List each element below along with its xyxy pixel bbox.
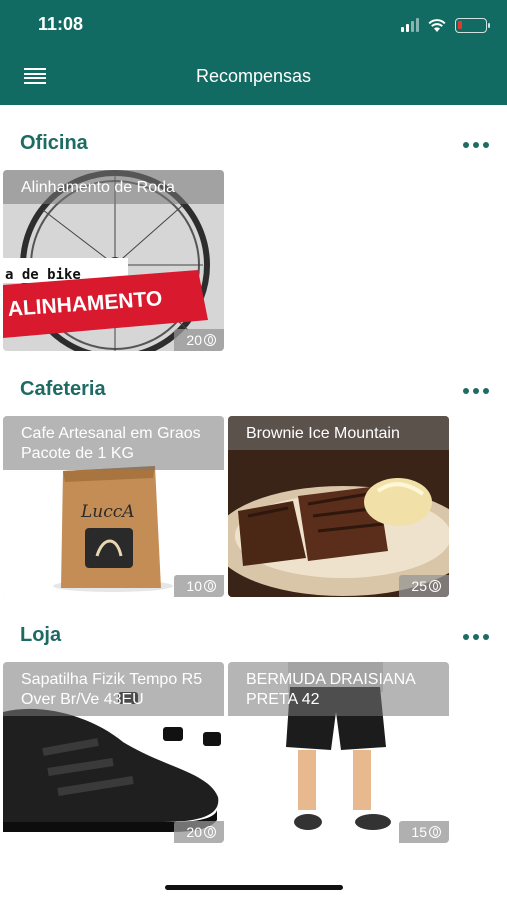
points-badge: 15 bbox=[399, 821, 449, 843]
more-options-button[interactable] bbox=[463, 632, 489, 642]
card-title: Alinhamento de Roda bbox=[3, 170, 224, 204]
bag-label: LuccA bbox=[81, 502, 135, 522]
points-value: 20 bbox=[186, 332, 202, 348]
reward-card-cafe[interactable]: LuccA Cafe Artesanal em Graos Pacote de … bbox=[3, 416, 224, 597]
points-value: 10 bbox=[186, 578, 202, 594]
page-title: Recompensas bbox=[195, 66, 312, 86]
section-title: Loja bbox=[20, 624, 62, 646]
banner-text-top: a de bike bbox=[5, 267, 81, 283]
coin-icon bbox=[204, 826, 216, 838]
signal-icon bbox=[401, 18, 419, 32]
points-value: 15 bbox=[411, 824, 427, 840]
points-value: 25 bbox=[411, 578, 427, 594]
home-indicator[interactable] bbox=[165, 885, 343, 890]
card-title: Brownie Ice Mountain bbox=[228, 416, 449, 450]
coin-icon bbox=[204, 334, 216, 346]
points-badge: 20 bbox=[174, 821, 224, 843]
reward-card-bermuda[interactable]: BERMUDA DRAISIANA PRETA 42 15 bbox=[228, 662, 449, 843]
points-badge: 25 bbox=[399, 575, 449, 597]
more-options-button[interactable] bbox=[463, 386, 489, 396]
card-title: Sapatilha Fizik Tempo R5 Over Br/Ve 43EU bbox=[3, 662, 224, 716]
more-options-button[interactable] bbox=[463, 140, 489, 150]
coin-icon bbox=[204, 580, 216, 592]
coin-icon bbox=[429, 580, 441, 592]
reward-card-sapatilha[interactable]: Sapatilha Fizik Tempo R5 Over Br/Ve 43EU… bbox=[3, 662, 224, 843]
reward-card-alinhamento[interactable]: a de bike ALINHAMENTO Alinhamento de Rod… bbox=[3, 170, 224, 351]
status-time: 11:08 bbox=[38, 14, 84, 34]
wifi-icon bbox=[428, 19, 446, 32]
section-title: Oficina bbox=[20, 132, 88, 154]
points-value: 20 bbox=[186, 824, 202, 840]
app-header: 11:08 Recompensas bbox=[0, 0, 507, 105]
card-title: BERMUDA DRAISIANA PRETA 42 bbox=[228, 662, 449, 716]
battery-icon bbox=[455, 17, 490, 33]
reward-card-brownie[interactable]: Brownie Ice Mountain 25 bbox=[228, 416, 449, 597]
status-icons bbox=[401, 15, 490, 35]
card-title: Cafe Artesanal em Graos Pacote de 1 KG bbox=[3, 416, 224, 470]
points-badge: 10 bbox=[174, 575, 224, 597]
section-title: Cafeteria bbox=[20, 378, 106, 400]
coin-icon bbox=[429, 826, 441, 838]
points-badge: 20 bbox=[174, 329, 224, 351]
